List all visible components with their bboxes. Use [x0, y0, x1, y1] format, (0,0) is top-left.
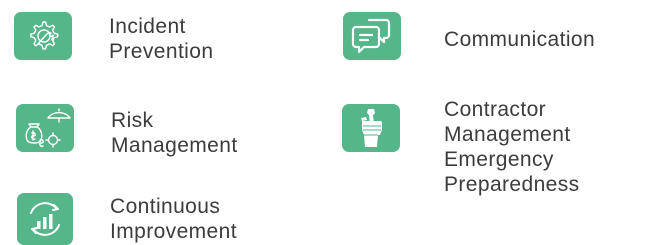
feature-label: Contractor Management Emergency Prepared…	[444, 98, 580, 196]
growth-cycle-icon	[17, 193, 73, 245]
hand-wrench-icon	[342, 104, 400, 152]
feature-label: Continuous Improvement	[110, 195, 237, 243]
chat-bubbles-icon	[343, 12, 401, 60]
feature-label: Communication	[444, 28, 596, 51]
feature-label: Incident Prevention	[109, 15, 214, 63]
gear-wrench-icon	[14, 12, 72, 60]
money-bag-umbrella-icon	[16, 104, 74, 152]
feature-label: Risk Management	[111, 109, 238, 157]
